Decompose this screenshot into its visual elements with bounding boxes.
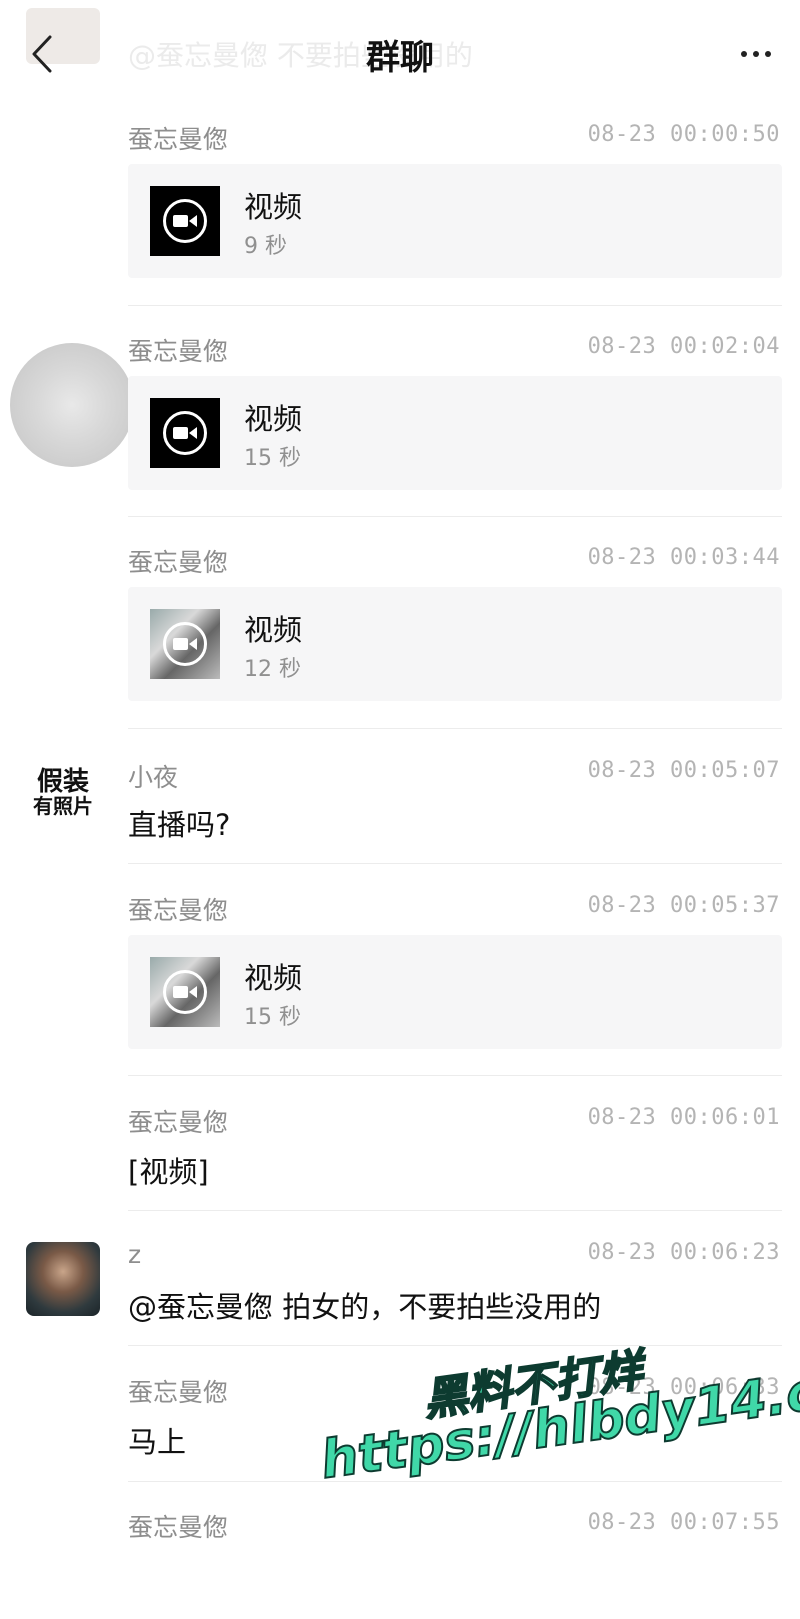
divider xyxy=(128,863,782,864)
sender-name: 蚕忘曼偬 xyxy=(128,337,229,366)
video-label: 视频 xyxy=(244,961,303,995)
video-camera-icon xyxy=(173,638,197,650)
message-text: 马上 xyxy=(128,1425,187,1459)
video-thumbnail xyxy=(150,609,220,679)
sender-name: 蚕忘曼偬 xyxy=(128,1378,229,1407)
video-label: 视频 xyxy=(244,190,303,224)
avatar[interactable]: 假装 有照片 xyxy=(26,756,100,830)
video-camera-icon xyxy=(173,986,197,998)
sender-name: 蚕忘曼偬 xyxy=(128,1513,229,1542)
more-dots-icon xyxy=(741,51,747,57)
video-camera-icon xyxy=(173,215,197,227)
sender-name: 蚕忘曼偬 xyxy=(128,896,229,925)
video-label: 视频 xyxy=(244,613,303,647)
message-text: @蚕忘曼偬 拍女的，不要拍些没用的 xyxy=(128,1290,602,1324)
message-time: 08-23 00:02:04 xyxy=(587,334,780,359)
page-title: 群聊 xyxy=(366,38,434,78)
avatar-text-bottom: 有照片 xyxy=(33,794,93,819)
message-time: 08-23 00:06:23 xyxy=(587,1240,780,1265)
video-duration: 12 秒 xyxy=(244,657,301,682)
message-time: 08-23 00:00:50 xyxy=(587,122,780,147)
avatar-text-top: 假装 xyxy=(36,766,89,797)
divider xyxy=(128,728,782,729)
sender-name: 蚕忘曼偬 xyxy=(128,548,229,577)
sender-name: 蚕忘曼偬 xyxy=(128,125,229,154)
video-duration: 9 秒 xyxy=(244,234,287,259)
video-message[interactable]: 视频 12 秒 xyxy=(128,587,782,701)
avatar[interactable] xyxy=(26,1242,100,1316)
divider xyxy=(128,1210,782,1211)
more-button[interactable] xyxy=(732,30,780,78)
message-time: 08-23 00:05:07 xyxy=(587,758,780,783)
divider xyxy=(128,516,782,517)
nav-header: @蚕忘曼偬 不要拍些没用的 群聊 xyxy=(0,0,800,100)
sender-name: z xyxy=(128,1240,142,1269)
video-thumbnail xyxy=(150,957,220,1027)
message-text: 直播吗? xyxy=(128,808,231,842)
video-message[interactable]: 视频 9 秒 xyxy=(128,164,782,278)
message-time: 08-23 00:05:37 xyxy=(587,893,780,918)
divider xyxy=(128,305,782,306)
sender-name: 蚕忘曼偬 xyxy=(128,1108,229,1137)
video-message[interactable]: 视频 15 秒 xyxy=(128,935,782,1049)
message-time: 08-23 00:07:55 xyxy=(587,1510,780,1535)
message-time: 08-23 00:03:44 xyxy=(587,545,780,570)
message-text: [视频] xyxy=(128,1155,209,1189)
sender-name: 小夜 xyxy=(128,763,179,792)
video-duration: 15 秒 xyxy=(244,1005,301,1030)
video-message[interactable]: 视频 15 秒 xyxy=(128,376,782,490)
video-label: 视频 xyxy=(244,402,303,436)
divider xyxy=(128,1075,782,1076)
message-time: 08-23 00:06:01 xyxy=(587,1105,780,1130)
video-duration: 15 秒 xyxy=(244,446,301,471)
blurred-avatar xyxy=(10,343,134,467)
video-thumbnail xyxy=(150,186,220,256)
video-camera-icon xyxy=(173,427,197,439)
video-thumbnail xyxy=(150,398,220,468)
